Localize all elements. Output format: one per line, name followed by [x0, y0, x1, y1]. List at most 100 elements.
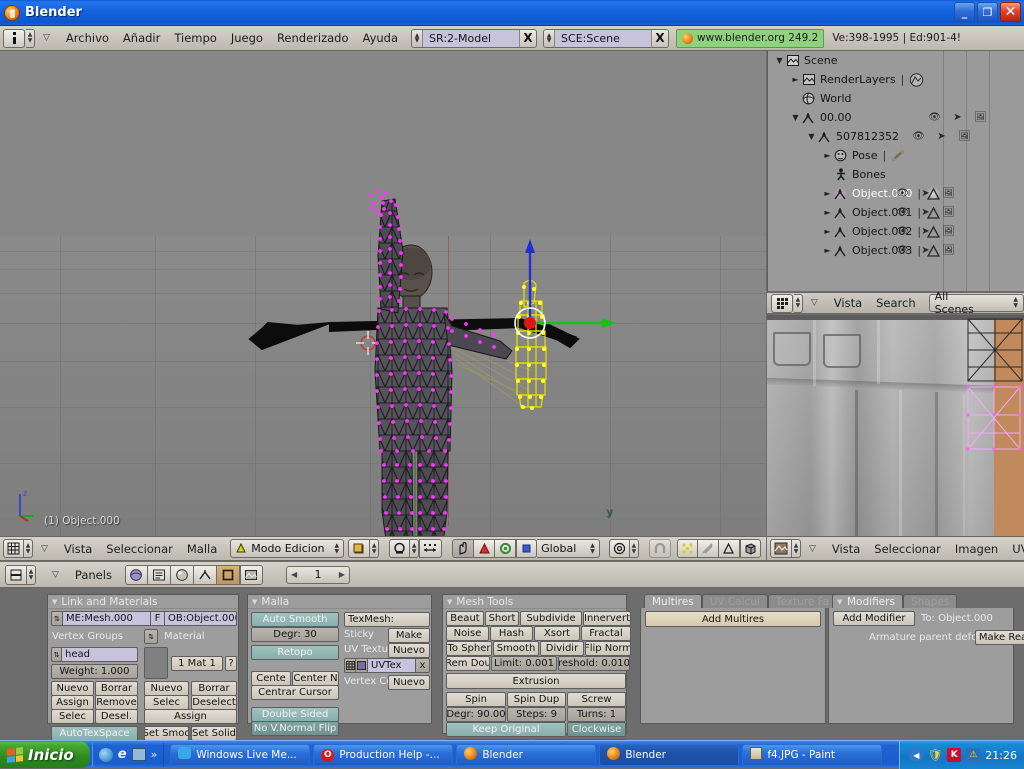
panel-link-materials-header[interactable]: ▼ Link and Materials: [48, 595, 238, 609]
auto-smooth-button[interactable]: Auto Smooth: [251, 612, 339, 627]
manipulator-toggle[interactable]: [452, 539, 475, 558]
outliner-row-pose[interactable]: ► Pose |: [768, 146, 1024, 165]
make-real-button[interactable]: Make Rea: [975, 630, 1024, 645]
screen-name-field[interactable]: SR:2-Model: [423, 29, 520, 47]
outliner-row-world[interactable]: World: [768, 89, 1024, 108]
beauty-button[interactable]: Beaut: [446, 611, 484, 626]
taskbar-button-blender[interactable]: Blender: [456, 743, 597, 766]
proportional-edit-button[interactable]: [419, 539, 443, 558]
menu-renderizado[interactable]: Renderizado: [270, 31, 356, 45]
viewport-type-icon[interactable]: [3, 539, 24, 558]
vertex-weight-slider[interactable]: Weight: 1.000: [51, 664, 138, 679]
outliner-row-scene[interactable]: ▼ Scene: [768, 51, 1024, 70]
outliner-collapse-icon[interactable]: ▽: [811, 298, 818, 308]
image-menu-seleccionar[interactable]: Seleccionar: [867, 542, 948, 556]
rotate-manipulator-button[interactable]: [495, 539, 517, 558]
expand-triangle-icon[interactable]: ▼: [774, 56, 785, 65]
pivot-spinner[interactable]: ▲ ▼: [410, 539, 420, 558]
outliner-panel[interactable]: ▼ Scene ► RenderLayers | World ▼ 00.00 👁 ➤ 🖼 ▼ 50781…: [767, 51, 1024, 291]
close-button[interactable]: ✕: [1000, 2, 1021, 22]
outliner-row-object-001[interactable]: ► Object.001 | 👁 ➤ 🖼: [768, 203, 1024, 222]
menu-juego[interactable]: Juego: [224, 31, 270, 45]
scene-browse-icon[interactable]: ▲ ▼: [544, 29, 556, 47]
material-help-button[interactable]: ?: [225, 656, 237, 671]
material-index-field[interactable]: 1 Mat 1: [171, 656, 223, 671]
vgroup-select-button[interactable]: Selec: [51, 709, 94, 724]
vertex-group-name[interactable]: head: [62, 647, 138, 662]
kaspersky-icon[interactable]: K: [947, 748, 962, 762]
add-modifier-button[interactable]: Add Modifier: [833, 611, 915, 626]
short-button[interactable]: Short: [485, 611, 519, 626]
network-icon[interactable]: ⚠: [966, 748, 981, 762]
xsort-button[interactable]: Xsort: [534, 626, 580, 641]
bone-icon[interactable]: [891, 149, 905, 162]
retopo-button[interactable]: Retopo: [251, 645, 339, 660]
image-menu-imagen[interactable]: Imagen: [948, 542, 1005, 556]
collapse-menu-icon[interactable]: ▽: [43, 33, 50, 43]
restrict-render-icon[interactable]: 🖼: [969, 112, 992, 123]
limit-slider[interactable]: Limit: 0.001: [491, 656, 557, 671]
outliner-row-renderlayers[interactable]: ► RenderLayers |: [768, 70, 1024, 89]
chevron-more-icon[interactable]: »: [151, 748, 158, 761]
subdivide-button[interactable]: Subdivide: [520, 611, 582, 626]
restrict-view-icon[interactable]: 👁: [891, 207, 914, 218]
taskbar-button-windows-live-me[interactable]: Windows Live Me...: [170, 743, 311, 766]
page-next-icon[interactable]: ▶: [339, 570, 345, 579]
shading-spinner[interactable]: ▲ ▼: [370, 539, 380, 558]
window-type-spinner[interactable]: ▲ ▼: [26, 28, 35, 48]
tab-uv-calculation[interactable]: UV Calcul: [701, 594, 768, 608]
mesh-browse-icon[interactable]: ⇅: [51, 611, 63, 626]
uvtex-name-field[interactable]: UVTex: [368, 658, 416, 673]
editing-context-button[interactable]: [147, 564, 171, 585]
outliner-row-object-003[interactable]: ► Object.003 | 👁 ➤ 🖼: [768, 241, 1024, 260]
no-vnormal-flip-button[interactable]: No V.Normal Flip: [251, 721, 339, 736]
restrict-select-icon[interactable]: ➤: [930, 131, 953, 142]
shading-context-button[interactable]: [124, 564, 148, 585]
vgroup-assign-button[interactable]: Assign: [51, 695, 94, 710]
layer-button[interactable]: [608, 539, 630, 558]
scene-name-field[interactable]: SCE:Scene: [555, 29, 652, 47]
panels-label[interactable]: Panels: [68, 568, 119, 582]
set-smooth-button[interactable]: Set Smoo: [144, 726, 189, 740]
material-deselect-button[interactable]: Deselect: [191, 695, 237, 710]
viewport-menu-vista[interactable]: Vista: [57, 542, 99, 556]
center-new-button[interactable]: Center N: [292, 671, 339, 686]
restrict-view-icon[interactable]: 👁: [891, 245, 914, 256]
scene-datablock[interactable]: ▲ ▼ SCE:Scene X: [543, 28, 670, 48]
restrict-view-icon[interactable]: 👁: [891, 188, 914, 199]
outliner-type-icon[interactable]: [771, 293, 793, 313]
occlude-geometry-button[interactable]: [739, 539, 761, 558]
viewport-menu-malla[interactable]: Malla: [180, 542, 224, 556]
viewport-shading-button[interactable]: [348, 539, 371, 558]
fake-user-button[interactable]: F: [151, 611, 165, 626]
shield-icon[interactable]: 🛡: [928, 748, 943, 762]
translate-manipulator-button[interactable]: [474, 539, 496, 558]
restrict-select-icon[interactable]: ➤: [914, 245, 937, 256]
scale-manipulator-button[interactable]: [516, 539, 538, 558]
collapse-triangle-icon[interactable]: ►: [822, 227, 833, 236]
extrusion-button[interactable]: Extrusion: [446, 673, 626, 689]
center-cursor-button[interactable]: Centrar Cursor: [251, 685, 339, 700]
minimize-button[interactable]: _: [954, 2, 975, 22]
window-type-icon[interactable]: [3, 28, 25, 48]
viewport-menu-seleccionar[interactable]: Seleccionar: [99, 542, 180, 556]
show-hidden-icon[interactable]: ◀: [909, 748, 924, 762]
restrict-select-icon[interactable]: ➤: [946, 112, 969, 123]
viewport-collapse-icon[interactable]: ▽: [41, 544, 48, 554]
menu-tiempo[interactable]: Tiempo: [167, 31, 223, 45]
collapse-triangle-icon[interactable]: ►: [822, 151, 833, 160]
taskbar-button-f4-jpg-paint[interactable]: f4.JPG - Paint: [742, 743, 883, 766]
image-editor-type-spinner[interactable]: ▲ ▼: [792, 539, 801, 558]
edge-select-mode-button[interactable]: [697, 539, 719, 558]
uv-texture-new-button[interactable]: Nuevo: [388, 643, 430, 658]
screen-browse-icon[interactable]: ▲ ▼: [412, 29, 424, 47]
vgroup-new-button[interactable]: Nuevo: [51, 681, 94, 696]
restrict-select-icon[interactable]: ➤: [914, 207, 937, 218]
restrict-render-icon[interactable]: 🖼: [937, 207, 960, 218]
dividir-button[interactable]: Dividir: [540, 641, 584, 656]
uvtex-image-icon[interactable]: [356, 658, 368, 673]
outliner-row-object-002[interactable]: ► Object.002 | 👁 ➤ 🖼: [768, 222, 1024, 241]
center-button[interactable]: Cente: [251, 671, 291, 686]
taskbar-button-production-help[interactable]: O Production Help -...: [313, 743, 454, 766]
expand-triangle-icon[interactable]: ▼: [790, 113, 801, 122]
